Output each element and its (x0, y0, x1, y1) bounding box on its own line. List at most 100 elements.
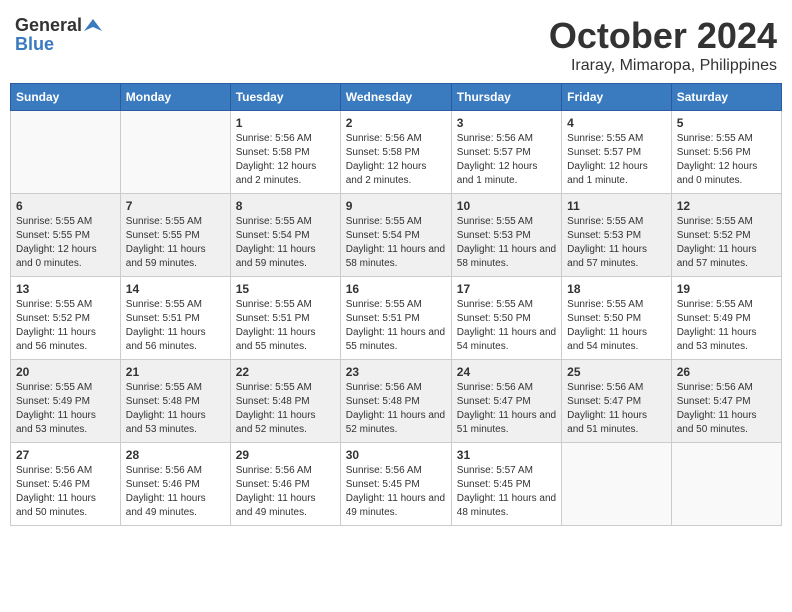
day-info: Sunrise: 5:55 AM Sunset: 5:48 PM Dayligh… (236, 381, 335, 437)
logo-blue: Blue (15, 34, 54, 55)
day-info: Sunrise: 5:55 AM Sunset: 5:53 PM Dayligh… (457, 215, 556, 271)
day-number: 13 (16, 282, 115, 296)
day-number: 6 (16, 199, 115, 213)
day-info: Sunrise: 5:56 AM Sunset: 5:46 PM Dayligh… (236, 464, 335, 520)
day-info: Sunrise: 5:56 AM Sunset: 5:47 PM Dayligh… (457, 381, 556, 437)
calendar: Sunday Monday Tuesday Wednesday Thursday… (10, 83, 782, 526)
calendar-day-cell: 6 Sunrise: 5:55 AM Sunset: 5:55 PM Daylig… (11, 194, 121, 277)
calendar-day-cell: 18Sunrise: 5:55 AM Sunset: 5:50 PM Dayli… (562, 277, 672, 360)
day-number: 11 (567, 199, 666, 213)
header: General Blue October 2024 Iraray, Mimaro… (10, 10, 782, 75)
day-number: 28 (126, 448, 225, 462)
calendar-day-cell: 11 Sunrise: 5:55 AM Sunset: 5:53 PM Dayli… (562, 194, 672, 277)
day-info: Sunrise: 5:56 AM Sunset: 5:45 PM Dayligh… (346, 464, 446, 520)
calendar-day-cell: 5 Sunrise: 5:55 AM Sunset: 5:56 PM Daylig… (671, 111, 781, 194)
day-info: Sunrise: 5:55 AM Sunset: 5:49 PM Dayligh… (16, 381, 115, 437)
calendar-day-cell: 4 Sunrise: 5:55 AM Sunset: 5:57 PM Daylig… (562, 111, 672, 194)
logo-bird-icon (84, 17, 102, 35)
day-number: 31 (457, 448, 556, 462)
day-info: Sunrise: 5:55 AM Sunset: 5:52 PM Dayligh… (16, 298, 115, 354)
day-number: 4 (567, 116, 666, 130)
day-info: Sunrise: 5:55 AM Sunset: 5:52 PM Dayligh… (677, 215, 776, 271)
day-info: Sunrise: 5:57 AM Sunset: 5:45 PM Dayligh… (457, 464, 556, 520)
calendar-week-row: 13 Sunrise: 5:55 AM Sunset: 5:52 PM Dayli… (11, 277, 782, 360)
calendar-day-cell: 24 Sunrise: 5:56 AM Sunset: 5:47 PM Dayli… (451, 360, 561, 443)
calendar-day-cell: 23Sunrise: 5:56 AM Sunset: 5:48 PM Dayli… (340, 360, 451, 443)
calendar-day-cell (562, 443, 672, 526)
calendar-day-cell: 8 Sunrise: 5:55 AM Sunset: 5:54 PM Daylig… (230, 194, 340, 277)
day-number: 19 (677, 282, 776, 296)
calendar-week-row: 27Sunrise: 5:56 AM Sunset: 5:46 PM Dayli… (11, 443, 782, 526)
day-number: 16 (346, 282, 446, 296)
day-info: Sunrise: 5:56 AM Sunset: 5:57 PM Dayligh… (457, 132, 556, 188)
day-number: 14 (126, 282, 225, 296)
calendar-day-cell (120, 111, 230, 194)
day-info: Sunrise: 5:56 AM Sunset: 5:47 PM Dayligh… (677, 381, 776, 437)
header-tuesday: Tuesday (230, 84, 340, 111)
day-number: 15 (236, 282, 335, 296)
calendar-day-cell: 28 Sunrise: 5:56 AM Sunset: 5:46 PM Dayli… (120, 443, 230, 526)
day-info: Sunrise: 5:55 AM Sunset: 5:54 PM Dayligh… (236, 215, 335, 271)
calendar-day-cell: 17Sunrise: 5:55 AM Sunset: 5:50 PM Dayli… (451, 277, 561, 360)
day-number: 12 (677, 199, 776, 213)
day-info: Sunrise: 5:56 AM Sunset: 5:58 PM Dayligh… (346, 132, 446, 188)
calendar-day-cell: 12 Sunrise: 5:55 AM Sunset: 5:52 PM Dayli… (671, 194, 781, 277)
day-info: Sunrise: 5:56 AM Sunset: 5:46 PM Dayligh… (16, 464, 115, 520)
calendar-day-cell: 3 Sunrise: 5:56 AM Sunset: 5:57 PM Daylig… (451, 111, 561, 194)
day-info: Sunrise: 5:55 AM Sunset: 5:51 PM Dayligh… (346, 298, 446, 354)
calendar-day-cell: 16 Sunrise: 5:55 AM Sunset: 5:51 PM Dayli… (340, 277, 451, 360)
calendar-day-cell: 2Sunrise: 5:56 AM Sunset: 5:58 PM Daylig… (340, 111, 451, 194)
day-number: 5 (677, 116, 776, 130)
day-info: Sunrise: 5:56 AM Sunset: 5:46 PM Dayligh… (126, 464, 225, 520)
day-number: 29 (236, 448, 335, 462)
day-info: Sunrise: 5:55 AM Sunset: 5:53 PM Dayligh… (567, 215, 666, 271)
calendar-day-cell: 19 Sunrise: 5:55 AM Sunset: 5:49 PM Dayli… (671, 277, 781, 360)
header-saturday: Saturday (671, 84, 781, 111)
day-number: 24 (457, 365, 556, 379)
calendar-week-row: 6 Sunrise: 5:55 AM Sunset: 5:55 PM Daylig… (11, 194, 782, 277)
header-wednesday: Wednesday (340, 84, 451, 111)
day-info: Sunrise: 5:55 AM Sunset: 5:55 PM Dayligh… (16, 215, 115, 271)
header-monday: Monday (120, 84, 230, 111)
day-number: 23 (346, 365, 446, 379)
calendar-day-cell: 13 Sunrise: 5:55 AM Sunset: 5:52 PM Dayli… (11, 277, 121, 360)
page-title: October 2024 (549, 15, 777, 57)
title-area: October 2024 Iraray, Mimaropa, Philippin… (549, 15, 777, 75)
header-sunday: Sunday (11, 84, 121, 111)
day-number: 7 (126, 199, 225, 213)
day-number: 1 (236, 116, 335, 130)
day-number: 22 (236, 365, 335, 379)
calendar-day-cell: 10 Sunrise: 5:55 AM Sunset: 5:53 PM Dayli… (451, 194, 561, 277)
calendar-day-cell: 14Sunrise: 5:55 AM Sunset: 5:51 PM Dayli… (120, 277, 230, 360)
day-number: 18 (567, 282, 666, 296)
day-number: 25 (567, 365, 666, 379)
header-friday: Friday (562, 84, 672, 111)
day-number: 3 (457, 116, 556, 130)
calendar-day-cell: 22 Sunrise: 5:55 AM Sunset: 5:48 PM Dayli… (230, 360, 340, 443)
day-number: 21 (126, 365, 225, 379)
page-subtitle: Iraray, Mimaropa, Philippines (549, 57, 777, 75)
day-number: 9 (346, 199, 446, 213)
day-info: Sunrise: 5:55 AM Sunset: 5:56 PM Dayligh… (677, 132, 776, 188)
day-number: 10 (457, 199, 556, 213)
day-number: 8 (236, 199, 335, 213)
day-info: Sunrise: 5:55 AM Sunset: 5:57 PM Dayligh… (567, 132, 666, 188)
calendar-day-cell: 9Sunrise: 5:55 AM Sunset: 5:54 PM Daylig… (340, 194, 451, 277)
day-info: Sunrise: 5:55 AM Sunset: 5:50 PM Dayligh… (457, 298, 556, 354)
calendar-week-row: 1 Sunrise: 5:56 AM Sunset: 5:58 PM Daylig… (11, 111, 782, 194)
calendar-day-cell: 1Sunrise: 5:56 AM Sunset: 5:58 PM Daylig… (230, 111, 340, 194)
day-info: Sunrise: 5:56 AM Sunset: 5:47 PM Dayligh… (567, 381, 666, 437)
day-number: 20 (16, 365, 115, 379)
day-info: Sunrise: 5:55 AM Sunset: 5:55 PM Dayligh… (126, 215, 225, 271)
day-info: Sunrise: 5:55 AM Sunset: 5:49 PM Dayligh… (677, 298, 776, 354)
calendar-day-cell: 7 Sunrise: 5:55 AM Sunset: 5:55 PM Daylig… (120, 194, 230, 277)
day-number: 26 (677, 365, 776, 379)
calendar-day-cell (11, 111, 121, 194)
header-thursday: Thursday (451, 84, 561, 111)
logo: General Blue (15, 15, 102, 55)
calendar-week-row: 20 Sunrise: 5:55 AM Sunset: 5:49 PM Dayli… (11, 360, 782, 443)
day-info: Sunrise: 5:55 AM Sunset: 5:48 PM Dayligh… (126, 381, 225, 437)
day-info: Sunrise: 5:55 AM Sunset: 5:51 PM Dayligh… (236, 298, 335, 354)
calendar-day-cell: 27Sunrise: 5:56 AM Sunset: 5:46 PM Dayli… (11, 443, 121, 526)
calendar-day-cell: 21 Sunrise: 5:55 AM Sunset: 5:48 PM Dayli… (120, 360, 230, 443)
